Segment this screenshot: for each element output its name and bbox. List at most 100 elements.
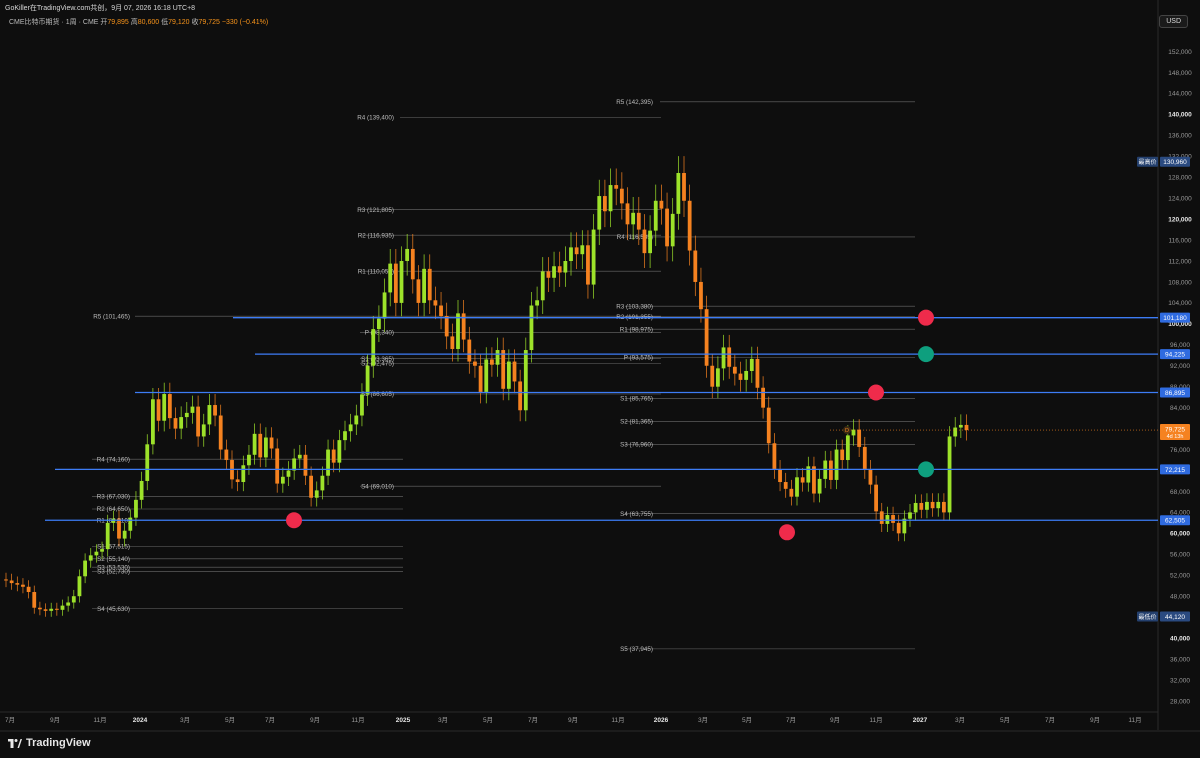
candle-body <box>66 602 71 606</box>
x-tick-label: 5月 <box>483 716 493 724</box>
x-tick-label: 3月 <box>180 716 190 724</box>
level-price-tag-label: 62,505 <box>1165 518 1185 525</box>
signal-dot-green <box>918 461 934 478</box>
candle-body <box>71 596 76 603</box>
y-tick-label: 96,000 <box>1170 342 1190 349</box>
candle-body <box>309 475 313 498</box>
candle-body <box>207 405 212 425</box>
candle-body <box>151 399 155 445</box>
current-price-countdown: 4d 13h <box>1167 434 1184 440</box>
candle-body <box>9 580 14 584</box>
candle-body <box>100 549 104 552</box>
candle-body <box>179 417 184 429</box>
candle-body <box>586 245 590 285</box>
pivot-label: R3 (121,805) <box>357 207 394 214</box>
extreme-price-label: 44,120 <box>1165 614 1185 621</box>
candle-body <box>156 399 161 421</box>
pivot-label: R4 (139,400) <box>357 115 394 122</box>
candle-body <box>388 263 393 293</box>
candle-body <box>670 213 675 247</box>
candle-body <box>314 490 319 498</box>
y-tick-label: 40,000 <box>1170 635 1190 642</box>
candle-body <box>693 250 698 282</box>
pivot-label: P (98,340) <box>365 330 394 337</box>
candle-body <box>942 501 946 513</box>
candle-body <box>732 366 737 374</box>
x-tick-label: 11月 <box>1128 716 1141 724</box>
y-tick-label: 144,000 <box>1168 91 1192 98</box>
x-tick-label: 2026 <box>654 717 669 724</box>
y-tick-label: 112,000 <box>1168 258 1191 265</box>
candle-body <box>337 440 342 463</box>
candle-body <box>749 358 754 371</box>
candle-body <box>83 560 87 577</box>
candle-body <box>636 212 641 230</box>
candle-body <box>642 229 647 254</box>
candle-body <box>896 522 901 534</box>
price-chart[interactable]: 152,000148,000144,000140,000136,000132,0… <box>0 0 1200 758</box>
candle-body <box>49 608 54 611</box>
candle-body <box>399 261 404 303</box>
candle-body <box>382 292 387 319</box>
candle-body <box>619 188 624 204</box>
candle-body <box>258 433 263 458</box>
candle-body <box>755 358 760 388</box>
candle-body <box>218 415 223 450</box>
candle-body <box>676 173 681 214</box>
y-tick-label: 32,000 <box>1170 677 1190 684</box>
extreme-price-label: 130,960 <box>1163 159 1187 166</box>
candle-body <box>936 501 941 509</box>
x-tick-label: 2027 <box>913 717 928 724</box>
pivot-label: R2 (116,935) <box>358 232 394 239</box>
x-tick-label: 9月 <box>1090 716 1100 724</box>
candle-body <box>913 502 918 513</box>
candle-body <box>631 212 636 225</box>
signal-dot-red <box>286 512 302 529</box>
x-tick-label: 7月 <box>528 716 538 724</box>
candle-body <box>546 271 551 278</box>
candle-body <box>772 443 777 470</box>
x-tick-label: 9月 <box>50 716 60 724</box>
candle-body <box>478 365 483 392</box>
candle-body <box>648 230 652 254</box>
candle-body <box>224 449 229 461</box>
candle-body <box>167 394 172 419</box>
candle-body <box>665 208 669 247</box>
candle-body <box>26 586 31 593</box>
pivot-label: S2 (81,365) <box>620 419 653 426</box>
candle-body <box>603 196 607 212</box>
candle-body <box>21 584 25 587</box>
candle-body <box>851 429 856 436</box>
candle-body <box>862 446 867 470</box>
candle-body <box>953 427 958 437</box>
candle-body <box>614 185 619 189</box>
x-tick-label: 2024 <box>133 717 148 724</box>
y-tick-label: 148,000 <box>1168 70 1192 77</box>
candle-body <box>326 449 330 476</box>
candle-body <box>716 368 720 387</box>
pivot-label: R1 (98,975) <box>620 326 653 333</box>
level-price-tag-label: 94,225 <box>1165 351 1185 358</box>
dividend-marker-label: D <box>845 428 849 434</box>
candle-body <box>4 579 8 581</box>
candle-body <box>879 511 884 524</box>
extreme-tag-label: 最高价 <box>1138 158 1156 166</box>
candle-body <box>235 479 240 483</box>
signal-dot-green <box>918 346 934 363</box>
candle-body <box>439 305 443 316</box>
candle-body <box>608 185 613 212</box>
pivot-label: S3 (52,730) <box>97 569 130 576</box>
signal-dot-red <box>868 384 884 401</box>
x-tick-label: 11月 <box>93 716 106 724</box>
candle-body <box>580 245 585 255</box>
y-tick-label: 56,000 <box>1170 552 1190 559</box>
candle-body <box>625 203 630 225</box>
candle-body <box>190 406 195 413</box>
tradingview-logo: TradingView <box>8 737 91 749</box>
candle-body <box>365 365 370 395</box>
candle-body <box>88 555 93 561</box>
candle-body <box>444 315 449 337</box>
candle-body <box>778 469 782 483</box>
pivot-label: R5 (142,395) <box>616 99 653 106</box>
candle-body <box>817 478 822 494</box>
